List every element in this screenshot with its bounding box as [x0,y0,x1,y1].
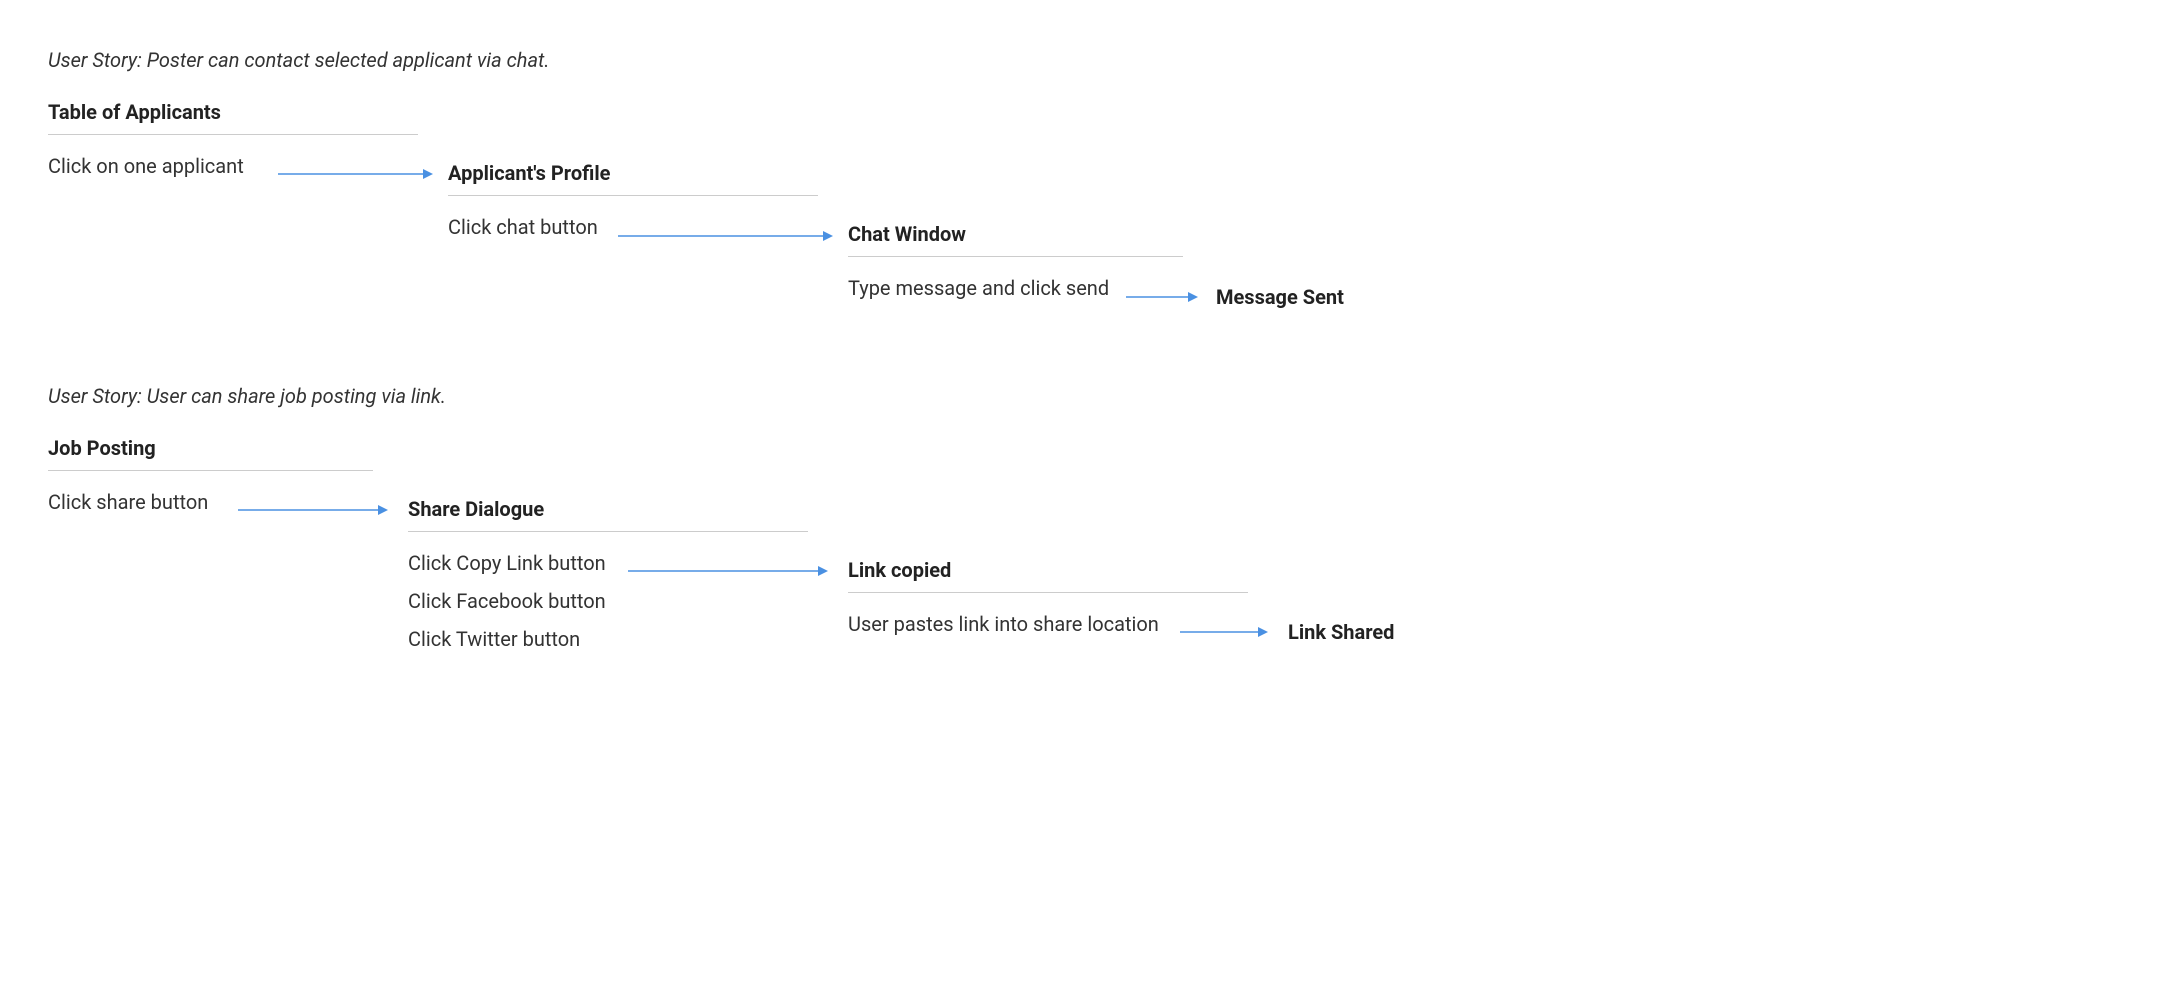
step-title: Chat Window [848,222,1183,257]
arrow-right-icon [628,565,828,567]
flow-result: Message Sent [1216,285,1344,309]
flow-step: Share Dialogue Click Copy Link button Cl… [408,497,808,658]
arrow-right-icon [1126,291,1198,293]
step-title: Share Dialogue [408,497,808,532]
arrow-right-icon [618,230,833,232]
arrow-right-icon [278,168,433,170]
flow-result: Link Shared [1288,620,1394,644]
arrow-right-icon [238,504,388,506]
step-title: Link copied [848,558,1248,593]
step-action: Click Twitter button [408,620,808,658]
step-title: Table of Applicants [48,100,418,135]
arrow-right-icon [1180,626,1268,628]
step-action: Click Facebook button [408,582,808,620]
diagram-container: User Story: Poster can contact selected … [48,48,1428,728]
step-title: Applicant's Profile [448,161,818,196]
user-story-title: User Story: User can share job posting v… [48,384,446,408]
user-story-title: User Story: Poster can contact selected … [48,48,549,72]
step-title: Job Posting [48,436,373,471]
